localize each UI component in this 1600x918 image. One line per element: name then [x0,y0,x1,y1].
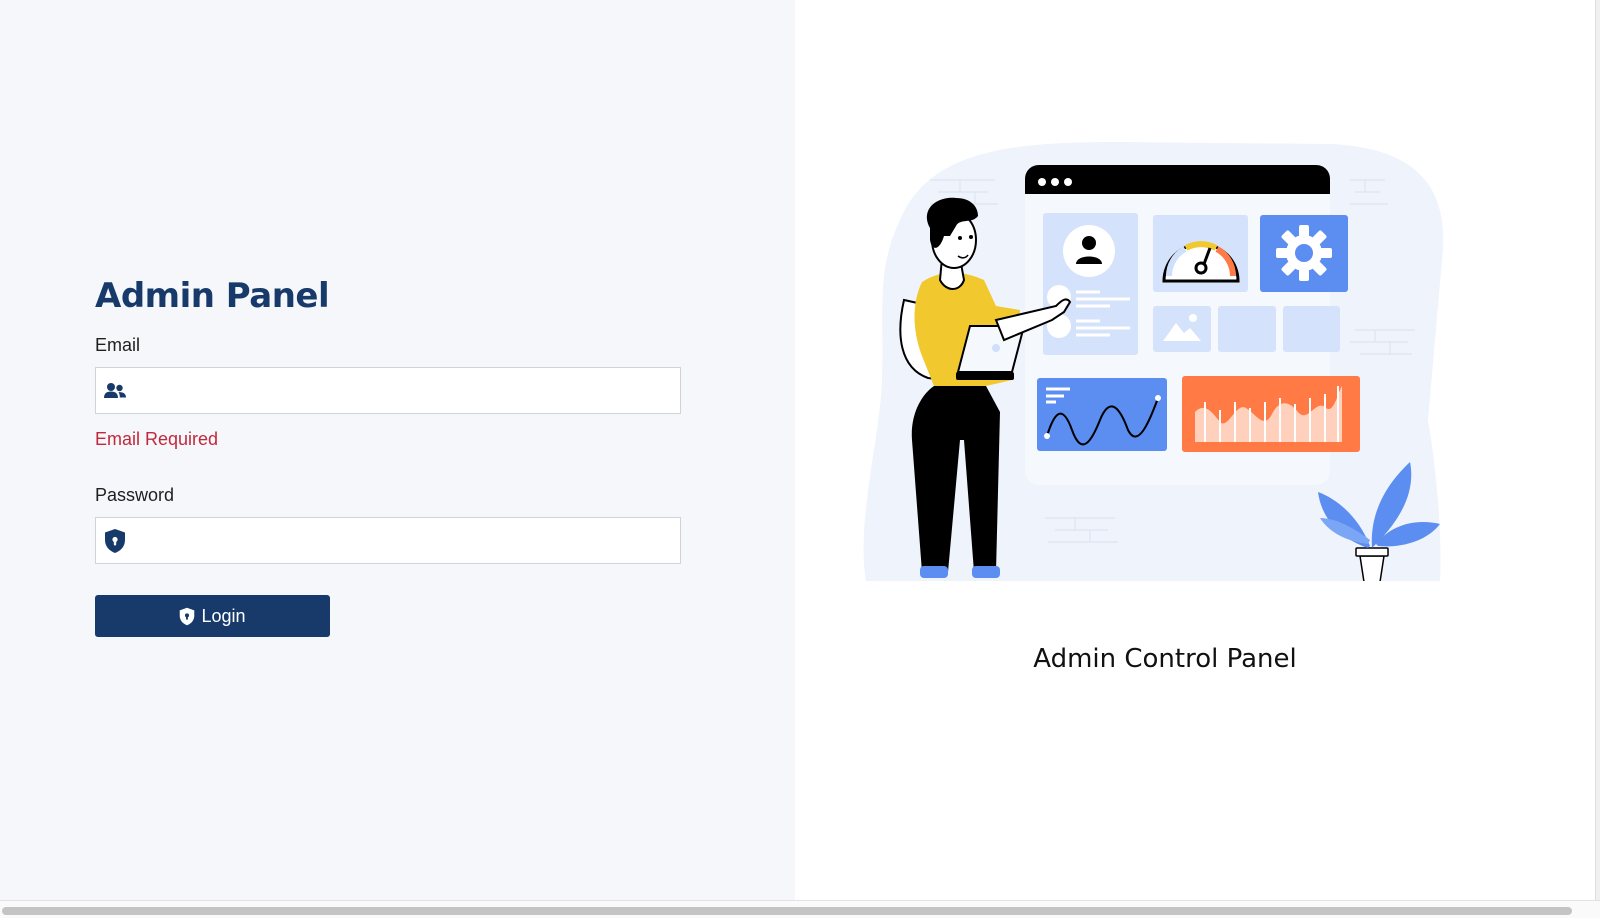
vertical-scrollbar[interactable] [1595,0,1600,900]
horizontal-scrollbar-thumb[interactable] [2,907,1572,915]
page-title: Admin Panel [95,276,330,316]
email-label: Email [95,335,141,355]
password-field-wrapper [95,517,681,564]
shield-lock-icon [179,607,195,626]
illustration-caption: Admin Control Panel [1033,644,1297,674]
email-input[interactable] [134,368,674,413]
horizontal-scrollbar[interactable] [0,900,1600,918]
login-form: Admin Panel Email Email Required Passwor… [95,270,681,637]
shield-lock-icon [102,529,128,553]
email-field-wrapper [95,367,681,414]
login-pane: Admin Panel Email Email Required Passwor… [0,0,795,900]
login-button-label: Login [201,605,246,626]
users-icon [102,379,128,403]
password-label: Password [95,485,175,505]
admin-dashboard-illustration [863,142,1444,583]
login-button[interactable]: Login [95,595,330,637]
email-error-message: Email Required [95,429,219,449]
password-input[interactable] [134,518,674,563]
